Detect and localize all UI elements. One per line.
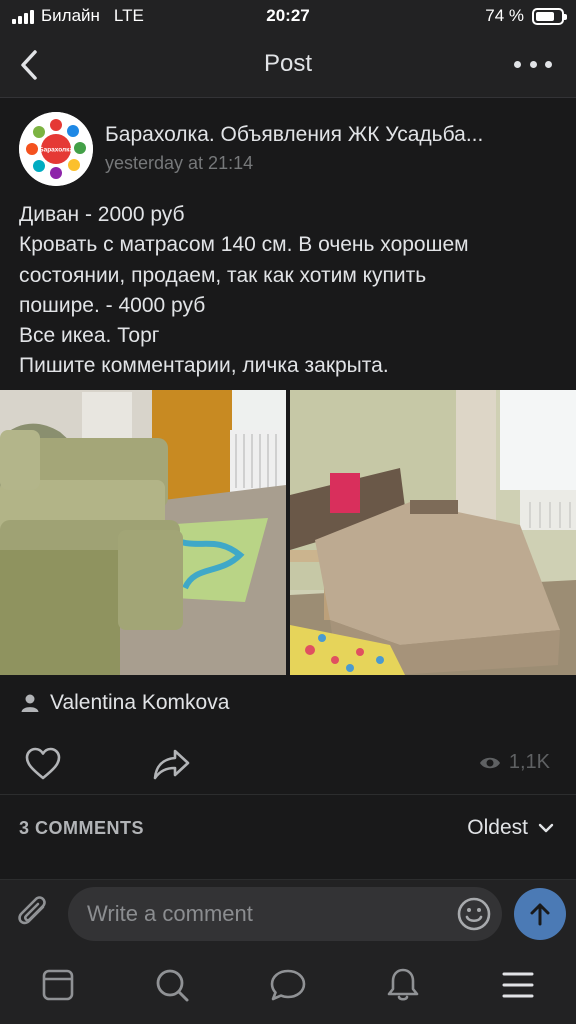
emoji-button[interactable] — [456, 896, 492, 932]
sort-label: Oldest — [467, 816, 528, 839]
nav-header: Post — [0, 32, 576, 98]
menu-icon — [502, 972, 534, 998]
group-logo: Барахолка — [19, 112, 93, 186]
comment-composer — [0, 879, 576, 947]
post-text-line: состоянии, продаем, так как хотим купить — [19, 263, 427, 287]
chevron-down-icon — [538, 823, 554, 833]
user-icon — [21, 694, 39, 712]
tab-messages[interactable] — [268, 965, 308, 1005]
views-counter: 1,1K — [479, 751, 550, 774]
paperclip-icon — [18, 896, 46, 925]
tab-news[interactable] — [38, 965, 78, 1005]
views-count: 1,1K — [508, 751, 550, 773]
send-button[interactable] — [514, 888, 566, 940]
photo-sofa[interactable] — [0, 390, 286, 675]
post-text-line: пошире. - 4000 руб — [19, 293, 206, 317]
like-button[interactable] — [24, 745, 62, 783]
tab-menu[interactable] — [498, 965, 538, 1005]
page-title: Post — [263, 50, 313, 77]
post-text: Диван - 2000 руб Кровать с матрасом 140 … — [19, 200, 559, 382]
battery-percent: 74 % — [485, 6, 524, 25]
comments-count: 3 COMMENTS — [19, 818, 145, 838]
search-icon — [156, 969, 189, 1002]
attach-button[interactable] — [16, 894, 54, 934]
post-text-line: Все икеа. Торг — [19, 324, 160, 348]
messages-icon — [270, 969, 306, 1001]
svg-text:Барахолка: Барахолка — [39, 147, 74, 154]
status-bar: Билайн LTE 20:27 74 % — [0, 0, 576, 32]
group-avatar[interactable]: Барахолка — [19, 112, 93, 186]
tab-search[interactable] — [152, 965, 192, 1005]
post-text-line: Кровать с матрасом 140 см. В очень хорош… — [19, 233, 469, 257]
smiley-icon — [457, 897, 491, 931]
post-time: yesterday at 21:14 — [105, 153, 254, 173]
arrow-up-icon — [530, 903, 550, 926]
news-icon — [42, 969, 74, 1001]
eye-icon — [479, 757, 500, 768]
more-button[interactable] — [514, 54, 552, 74]
post: Барахолка Барахолка. Объявления ЖК Усадь… — [0, 99, 576, 879]
share-button[interactable] — [152, 745, 192, 783]
group-name[interactable]: Барахолка. Объявления ЖК Усадьба... — [105, 123, 565, 147]
author-name: Valentina Komkova — [50, 691, 230, 714]
tab-notifications[interactable] — [383, 965, 423, 1005]
battery-icon — [532, 7, 567, 25]
share-arrow-icon — [153, 749, 190, 780]
comments-header: 3 COMMENTS Oldest — [0, 796, 576, 858]
photo-bed[interactable] — [290, 390, 576, 675]
post-actions: 1,1K — [0, 739, 576, 795]
post-author[interactable]: Valentina Komkova — [20, 691, 229, 715]
comment-input[interactable] — [68, 887, 502, 941]
sort-dropdown[interactable]: Oldest — [467, 816, 554, 840]
heart-icon — [25, 747, 61, 780]
post-text-line: Пишите комментарии, личка закрыта. — [19, 354, 389, 378]
more-dots-icon — [514, 60, 521, 68]
notifications-icon — [387, 968, 419, 1001]
post-text-line: Диван - 2000 руб — [19, 203, 185, 226]
tab-bar — [0, 947, 576, 1024]
